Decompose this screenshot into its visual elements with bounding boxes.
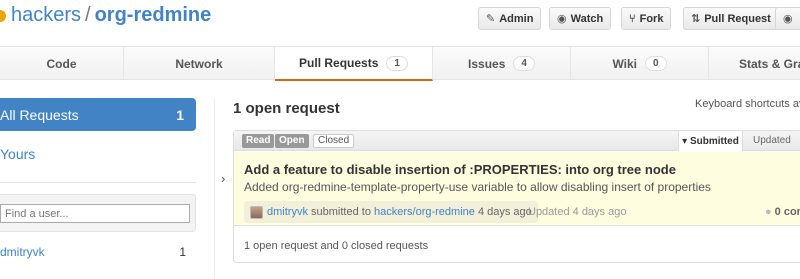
pull-request-button[interactable]: ⇅ Pull Request: [683, 7, 779, 30]
updated-time: Updated 4 days ago: [528, 206, 627, 218]
column-divider: [214, 98, 215, 279]
comment-icon: ●: [765, 206, 772, 218]
sidebar-divider: [0, 182, 196, 183]
sort-updated[interactable]: Updated: [753, 135, 791, 146]
tab-pull-requests[interactable]: Pull Requests 1: [275, 47, 433, 81]
sidebar-user-item[interactable]: dmitryvk 1: [0, 245, 186, 259]
tab-issues[interactable]: Issues 4: [433, 47, 571, 80]
target-repo-link[interactable]: hackers/org-redmine: [374, 206, 475, 218]
tab-network[interactable]: Network: [124, 47, 275, 80]
filter-open[interactable]: Open: [275, 134, 309, 148]
repo-tabs: Code Network Pull Requests 1 Issues 4 Wiki…: [0, 46, 800, 81]
comments-count: ●0 comments: [765, 206, 800, 218]
repo-header: hackers / org-redmine ✎ Admin ◉ Watch ⑂ Fork …: [0, 0, 800, 40]
pull-request-title[interactable]: Add a feature to disable insertion of :P…: [244, 162, 676, 177]
keyboard-shortcuts-link[interactable]: Keyboard shortcuts available: [695, 98, 800, 110]
pull-request-description: Added org-redmine-template-property-use …: [244, 180, 711, 194]
pull-request-item[interactable]: Add a feature to disable insertion of :P…: [234, 152, 800, 226]
watch-button[interactable]: ◉ Watch: [549, 7, 612, 30]
wrench-icon: ✎: [486, 13, 496, 25]
sidebar-item-all-requests[interactable]: All Requests 1: [0, 98, 196, 131]
sidebar-item-yours[interactable]: Yours: [0, 146, 35, 162]
watchers-button[interactable]: ◉: [775, 7, 800, 30]
pull-request-icon: ⇅: [691, 13, 701, 25]
repo-title: hackers / org-redmine: [11, 4, 211, 27]
filter-read[interactable]: Read: [242, 134, 275, 148]
pull-request-meta: dmitryvk submitted to hackers/org-redmin…: [244, 201, 538, 223]
eye-icon: ◉: [557, 13, 567, 25]
sort-submitted[interactable]: ▾ Submitted: [678, 131, 743, 151]
find-user-input[interactable]: [0, 204, 190, 223]
admin-button[interactable]: ✎ Admin: [478, 7, 542, 30]
eye-icon: ◉: [783, 13, 793, 25]
filter-bar: Read Open Closed ▾ Submitted Updated: [234, 131, 800, 151]
tab-stats-graphs[interactable]: Stats & Graphs: [709, 47, 800, 80]
all-requests-count: 1: [176, 106, 184, 123]
repo-icon: [0, 10, 6, 22]
tab-wiki[interactable]: Wiki 0: [571, 47, 709, 80]
owner-link[interactable]: hackers: [11, 4, 81, 26]
tab-count-badge: 1: [386, 55, 408, 71]
page-title: 1 open request: [233, 100, 340, 117]
request-list-panel: Read Open Closed ▾ Submitted Updated Add…: [233, 130, 800, 263]
fork-button[interactable]: ⑂ Fork: [621, 7, 672, 30]
chevron-right-icon[interactable]: ›: [221, 171, 225, 186]
request-summary: 1 open request and 0 closed requests: [244, 240, 429, 252]
fork-icon: ⑂: [629, 12, 636, 25]
avatar: [250, 205, 263, 219]
filter-closed[interactable]: Closed: [313, 134, 355, 148]
tab-count-badge: 0: [645, 56, 667, 71]
tab-code[interactable]: Code: [0, 47, 124, 80]
tab-count-badge: 4: [513, 56, 535, 71]
repo-name-link[interactable]: org-redmine: [95, 4, 212, 26]
title-separator: /: [85, 4, 91, 26]
author-link[interactable]: dmitryvk: [267, 206, 308, 218]
